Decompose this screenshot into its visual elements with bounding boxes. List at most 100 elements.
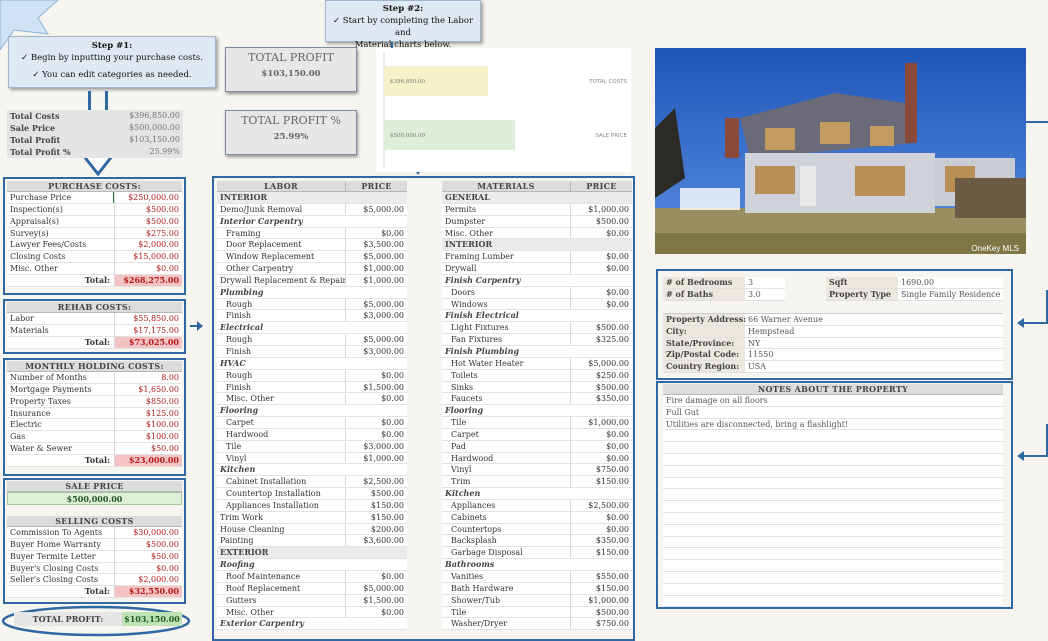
row-value[interactable]: $3,500.00 xyxy=(345,239,407,251)
row-value[interactable]: $55,850.00 xyxy=(114,313,182,324)
row-value[interactable] xyxy=(570,488,632,499)
row-value[interactable] xyxy=(345,547,407,558)
address-value[interactable]: Hempstead xyxy=(745,326,1003,337)
row-value[interactable]: $0.00 xyxy=(570,263,632,274)
notes-line-text[interactable]: Fire damage on all floors xyxy=(663,395,1003,406)
notes-line[interactable] xyxy=(663,489,1003,502)
row-value[interactable]: $125.00 xyxy=(114,407,182,419)
row-value[interactable]: $750.00 xyxy=(570,618,632,630)
row-value[interactable]: $0.00 xyxy=(345,227,407,239)
row-value[interactable]: $150.00 xyxy=(345,499,407,511)
row-value[interactable]: $350.00 xyxy=(570,535,632,547)
notes-line-text[interactable] xyxy=(663,430,1003,441)
row-value[interactable] xyxy=(570,405,632,416)
row-value[interactable]: $0.00 xyxy=(570,452,632,464)
notes-line-text[interactable] xyxy=(663,442,1003,453)
row-value[interactable]: $2,000.00 xyxy=(114,239,182,251)
row-value[interactable]: $500.00 xyxy=(570,215,632,227)
row-value[interactable]: $0.00 xyxy=(570,227,632,239)
notes-line[interactable]: Fire damage on all floors xyxy=(663,395,1003,407)
notes-line[interactable] xyxy=(663,478,1003,490)
row-value[interactable]: $1,500.00 xyxy=(345,381,407,393)
row-value[interactable] xyxy=(345,216,407,227)
row-value[interactable]: $0.00 xyxy=(345,417,407,428)
row-value[interactable]: $1,500.00 xyxy=(345,594,407,606)
notes-line[interactable] xyxy=(663,572,1003,584)
notes-line[interactable] xyxy=(663,466,1003,478)
row-value[interactable] xyxy=(345,192,407,203)
row-value[interactable]: $1,000.00 xyxy=(345,263,407,274)
row-value[interactable]: $200.00 xyxy=(345,523,407,535)
row-value[interactable]: $100.00 xyxy=(114,419,182,431)
row-value[interactable]: $5,000.00 xyxy=(345,298,407,310)
row-value[interactable]: $500.00 xyxy=(114,538,182,550)
row-value[interactable]: $750.00 xyxy=(570,464,632,476)
row-value[interactable]: $275.00 xyxy=(114,227,182,239)
row-value[interactable]: 8.00 xyxy=(114,372,182,383)
row-value[interactable]: $396,850.00 xyxy=(103,110,183,122)
notes-line[interactable]: Full Gut xyxy=(663,407,1003,419)
row-value[interactable]: $250,000.00 xyxy=(113,192,182,203)
row-value[interactable] xyxy=(345,287,407,298)
notes-line-text[interactable] xyxy=(663,501,1003,512)
notes-line-text[interactable] xyxy=(663,454,1003,465)
row-value[interactable]: $150.00 xyxy=(570,547,632,559)
row-value[interactable] xyxy=(345,405,407,416)
row-value[interactable]: $3,000.00 xyxy=(345,310,407,322)
row-value[interactable]: $150.00 xyxy=(570,582,632,594)
row-value[interactable]: $1,000.00 xyxy=(570,594,632,606)
notes-line-text[interactable] xyxy=(663,596,1003,607)
row-value[interactable]: $150.00 xyxy=(345,511,407,523)
notes-line[interactable] xyxy=(663,596,1003,608)
row-value[interactable] xyxy=(570,275,632,286)
notes-line-text[interactable] xyxy=(663,548,1003,559)
row-value[interactable]: $50.00 xyxy=(114,443,182,454)
row-value[interactable] xyxy=(345,358,407,369)
row-value[interactable]: $0.00 xyxy=(570,440,632,452)
row-value[interactable]: $1,000.00 xyxy=(570,203,632,215)
row-value[interactable]: $1,000.00 xyxy=(345,274,407,286)
row-value[interactable]: $5,000.00 xyxy=(345,582,407,594)
sale-price-value[interactable]: $500,000.00 xyxy=(7,492,182,505)
row-value[interactable]: $0.00 xyxy=(114,562,182,574)
row-value[interactable]: $3,600.00 xyxy=(345,535,407,547)
notes-line-text[interactable]: Full Gut xyxy=(663,407,1003,418)
row-value[interactable] xyxy=(345,464,407,475)
row-value[interactable]: $550.00 xyxy=(570,571,632,582)
row-value[interactable]: $1,650.00 xyxy=(114,383,182,395)
address-value[interactable]: NY xyxy=(745,338,1003,349)
row-value[interactable]: $0.00 xyxy=(345,606,407,618)
notes-line-text[interactable] xyxy=(663,489,1003,500)
row-value[interactable]: $350.00 xyxy=(570,393,632,405)
row-value[interactable]: $500.00 xyxy=(114,203,182,215)
row-value[interactable]: $0.00 xyxy=(570,428,632,440)
row-value[interactable]: $0.00 xyxy=(345,393,407,405)
row-value[interactable]: $5,000.00 xyxy=(345,203,407,215)
row-value[interactable]: $3,000.00 xyxy=(345,440,407,452)
baths-value[interactable]: 3.0 xyxy=(745,289,785,300)
row-value[interactable] xyxy=(345,322,407,333)
row-value[interactable]: $0.00 xyxy=(570,523,632,535)
row-value[interactable]: $0.00 xyxy=(570,298,632,310)
notes-line-text[interactable] xyxy=(663,584,1003,595)
row-value[interactable]: $2,500.00 xyxy=(345,476,407,488)
row-value[interactable]: $500.00 xyxy=(570,322,632,334)
bedrooms-value[interactable]: 3 xyxy=(745,277,785,288)
notes-line[interactable] xyxy=(663,584,1003,596)
notes-line[interactable] xyxy=(663,430,1003,443)
row-value[interactable] xyxy=(570,346,632,357)
property-type-value[interactable]: Single Family Residence xyxy=(898,289,1003,300)
notes-line-text[interactable] xyxy=(663,572,1003,583)
notes-line-text[interactable] xyxy=(663,560,1003,571)
notes-line[interactable] xyxy=(663,501,1003,513)
row-value[interactable]: $0.00 xyxy=(114,263,182,274)
row-value[interactable]: $250.00 xyxy=(570,369,632,381)
notes-line[interactable] xyxy=(663,525,1003,537)
row-value[interactable]: $30,000.00 xyxy=(114,527,182,538)
row-value[interactable]: $50.00 xyxy=(114,550,182,562)
address-value[interactable]: USA xyxy=(745,361,1003,372)
row-value[interactable]: $17,175.00 xyxy=(114,324,182,336)
notes-line-text[interactable] xyxy=(663,478,1003,489)
notes-line-text[interactable] xyxy=(663,466,1003,477)
row-value[interactable]: $0.00 xyxy=(345,571,407,582)
